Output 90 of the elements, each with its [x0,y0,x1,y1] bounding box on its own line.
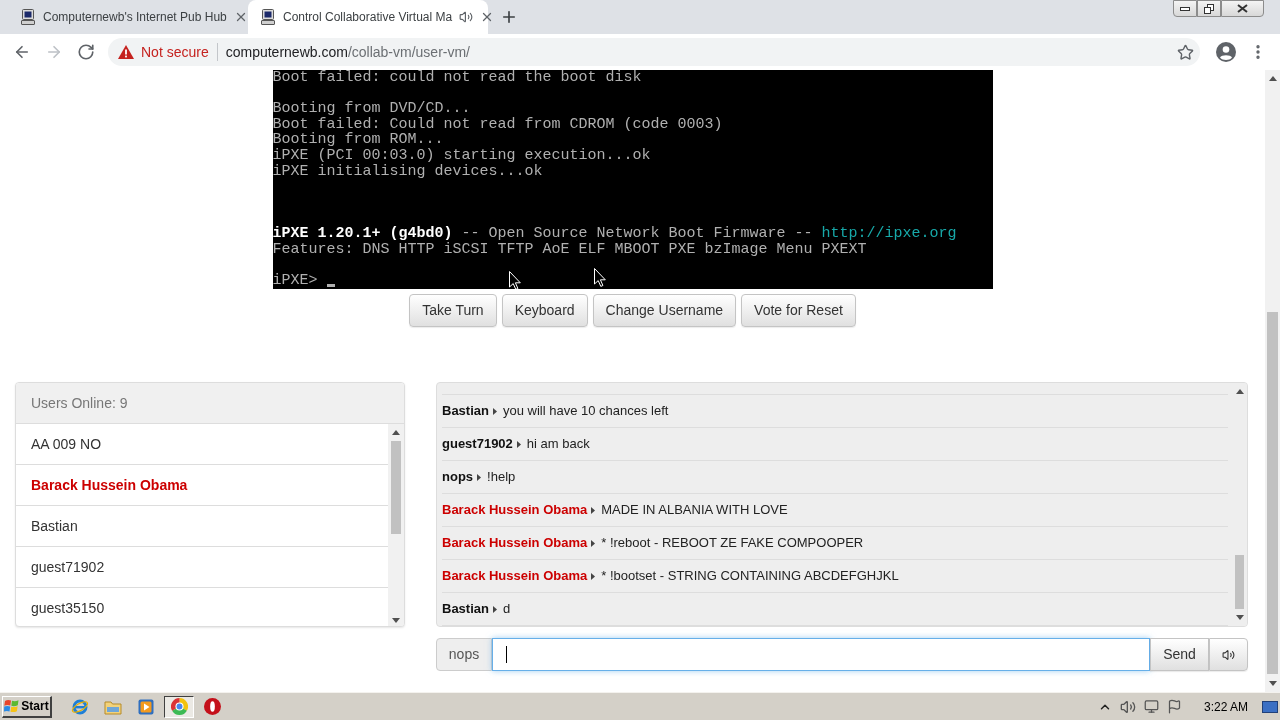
start-button[interactable]: Start [2,695,52,718]
user-list-item[interactable]: Bastian [16,506,388,547]
speaker-icon[interactable] [1119,698,1136,715]
round-logo-icon [170,698,188,715]
ring-logo-icon [71,697,89,716]
terminal-line: iPXE (PCI 00:03.0) starting execution...ok [272,147,651,164]
monitor-icon[interactable] [1143,699,1159,714]
triangle-icon [477,473,482,481]
message-input[interactable] [492,638,1150,671]
terminal-line: Features: DNS HTTP iSCSI TFTP AoE ELF MBOOT PXE bzImage Menu PXEXT [272,241,867,258]
computer-icon [20,9,36,25]
send-button[interactable]: Send [1150,638,1209,671]
plus-icon[interactable] [500,8,518,26]
user-list-item[interactable]: AA 009 NO [16,424,388,465]
address-bar[interactable]: Not secure computernewb.com/collab-vm/user-vm/ [108,38,1200,66]
scrollbar[interactable] [1232,383,1247,626]
user-list-item[interactable]: guest71902 [16,547,388,588]
scrollbar-thumb[interactable] [391,441,401,534]
flag-icon[interactable] [1166,699,1182,714]
vm-control-button[interactable]: Take Turn [409,294,497,327]
chat-username[interactable]: Barack Hussein Obama [442,500,588,520]
restore-icon [1204,3,1214,14]
windows-flag-icon [4,699,20,713]
triangle-icon [591,572,596,580]
folder-icon [104,698,122,715]
reload-icon[interactable] [77,43,95,61]
scrollbar-thumb[interactable] [1235,555,1244,609]
triangle-icon [492,407,497,415]
star-icon[interactable] [1177,43,1194,61]
down-arrow-icon[interactable] [1235,615,1244,620]
chat-message-text: MADE IN ALBANIA WITH LOVE [601,501,788,520]
chat-message-text: * !bootset - STRING CONTAINING ABCDEFGHJKL [601,567,899,586]
chat-message-text: d [502,600,511,619]
terminal-line: Booting from ROM... [272,132,444,148]
computer-icon [260,9,276,25]
vm-control-button[interactable]: Keyboard [501,294,588,327]
up-arrow-icon[interactable] [1235,389,1244,394]
chat-username[interactable]: guest71902 [442,434,513,454]
restore-button[interactable] [1197,0,1221,17]
profile-icon[interactable] [1216,42,1236,62]
triangle-icon [516,440,521,448]
oval-ring-icon [203,698,221,715]
triangle-icon [492,605,497,613]
down-arrow-icon[interactable] [392,618,400,623]
chat-message-text: * !reboot - REBOOT ZE FAKE COMPOOPER [601,534,864,553]
chat-message-text: !help [487,468,516,487]
triangle-icon [591,506,596,514]
vm-control-button[interactable]: Change Username [592,294,737,327]
vm-control-button[interactable]: Vote for Reset [741,294,856,327]
terminal-line: Booting from DVD/CD... [272,101,471,117]
close-icon [1237,4,1248,13]
chat-username[interactable]: Bastian [442,401,489,421]
text-cursor-icon [506,646,507,663]
url-text: computernewb.com/collab-vm/user-vm/ [225,42,470,62]
chat-username[interactable]: Barack Hussein Obama [442,533,588,553]
warning-icon [118,45,134,59]
terminal-line: iPXE initialising devices...ok [272,163,543,180]
username-prefix: nops [436,638,492,671]
scrollbar-thumb[interactable] [1267,312,1278,674]
chat-username[interactable]: Bastian [442,599,489,619]
terminal-line: Boot failed: could not read the boot disk [272,70,642,86]
users-online-heading: Users Online: 9 [16,383,404,424]
minimize-icon [1180,6,1190,11]
chat-message-text: you will have 10 chances left [502,402,669,421]
security-indicator[interactable]: Not secure [118,41,209,63]
taskbar-button[interactable] [164,695,194,718]
up-arrow-icon[interactable] [392,430,400,435]
user-list-item[interactable]: Barack Hussein Obama [16,465,388,506]
minimize-button[interactable] [1173,0,1197,17]
terminal-prompt: iPXE> [272,272,319,289]
triangle-icon [591,539,596,547]
chat-username[interactable]: nops [442,467,474,487]
up-arrow-icon[interactable] [1268,76,1277,81]
chat-message-text: hi am back [526,435,590,454]
speaker-icon [1222,647,1235,662]
scrollbar[interactable] [388,424,404,626]
mouse-pointer-icon [508,271,521,289]
mouse-pointer-icon [593,268,606,287]
scrollbar[interactable] [1265,70,1280,692]
terminal-line: iPXE 1.20.1+ (g4bd0) -- Open Source Network Boot Firmware -- http://ipxe.org [272,225,957,242]
vm-screen[interactable] [272,70,993,289]
speaker-icon[interactable] [459,10,474,24]
play-tile-icon [138,698,154,715]
down-arrow-icon[interactable] [1268,681,1277,686]
clock-text[interactable]: 3:22 AM [1203,697,1248,716]
chat-username[interactable]: Barack Hussein Obama [442,566,588,586]
close-button[interactable] [1221,0,1264,17]
sound-button[interactable] [1209,638,1248,671]
terminal-line: Boot failed: Could not read from CDROM (code 0003) [272,116,723,133]
desktop-tile-icon[interactable] [1262,700,1278,713]
